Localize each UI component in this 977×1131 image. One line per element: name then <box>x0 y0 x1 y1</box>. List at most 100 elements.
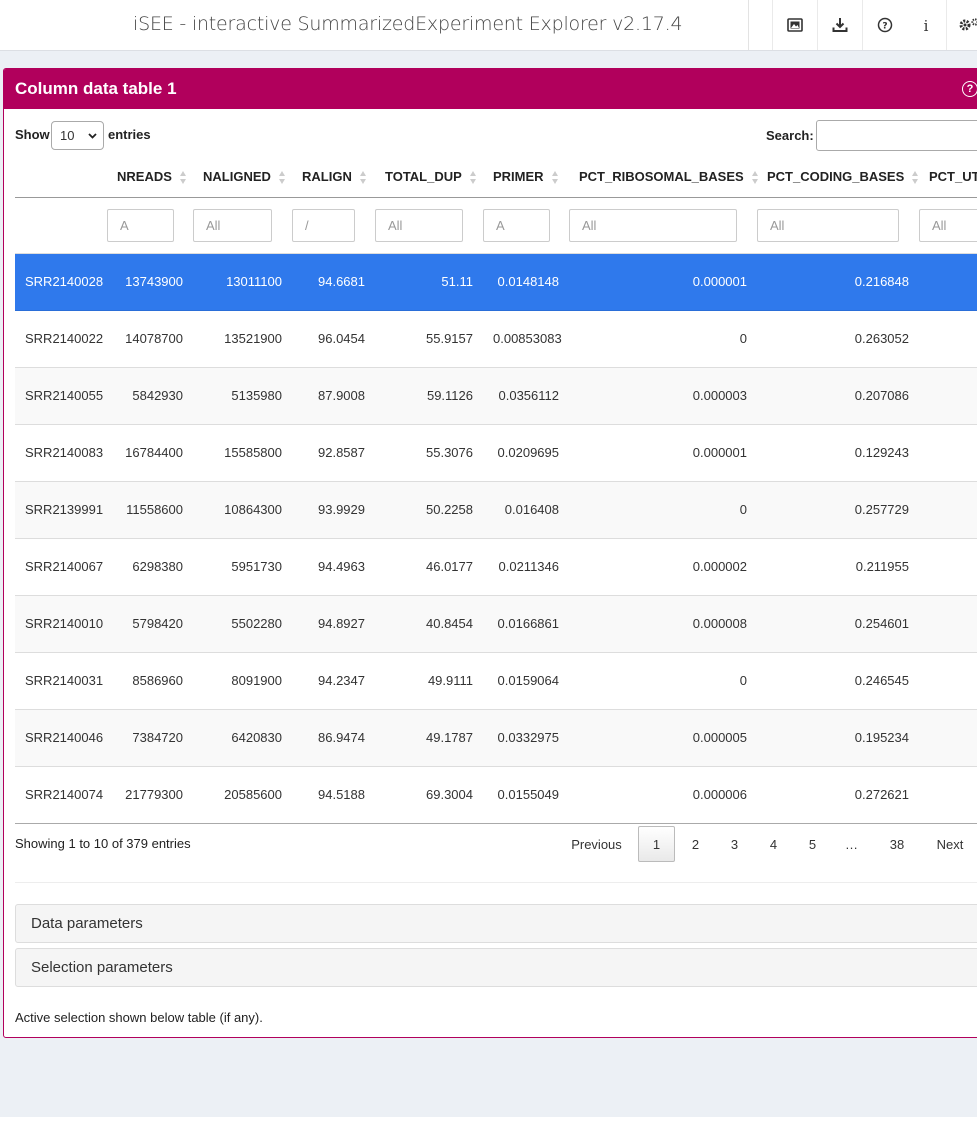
cell-nreads: 16784400 <box>107 424 193 482</box>
column-header-nreads[interactable]: NREADS <box>107 157 193 198</box>
cell-total-dup: 55.9157 <box>375 310 483 368</box>
cell-primer: 0.016408 <box>483 481 569 539</box>
column-header-naligned[interactable]: NALIGNED <box>193 157 292 198</box>
column-header-pct-coding-bases[interactable]: PCT_CODING_BASES <box>757 157 919 198</box>
cell-total-dup: 59.1126 <box>375 367 483 425</box>
column-header-ralign[interactable]: RALIGN <box>292 157 375 198</box>
pagination-page-38[interactable]: 38 <box>877 826 917 862</box>
cell-pct-coding-bases: 0.207086 <box>757 367 919 425</box>
sort-icon <box>179 170 187 185</box>
cell-pct-coding-bases: 0.211955 <box>757 538 919 596</box>
cell-pct-coding-bases: 0.246545 <box>757 652 919 710</box>
cell-nreads: 7384720 <box>107 709 193 767</box>
image-download-icon[interactable] <box>772 0 817 50</box>
cell-naligned: 15585800 <box>193 424 292 482</box>
svg-text:i: i <box>923 17 928 33</box>
cell-nreads: 5842930 <box>107 367 193 425</box>
cell-nreads: 6298380 <box>107 538 193 596</box>
cogs-icon[interactable] <box>946 0 977 50</box>
svg-text:?: ? <box>882 22 887 32</box>
row-id-cell: SRR2140010 <box>15 595 107 653</box>
cell-naligned: 13011100 <box>193 253 292 311</box>
table-row[interactable]: SRR2140022 14078700 13521900 96.0454 55.9157… <box>15 310 977 368</box>
filter-input-primer[interactable]: A <box>483 208 550 242</box>
column-header-primer[interactable]: PRIMER <box>483 157 569 198</box>
table-row[interactable]: SRR2140010 5798420 5502280 94.8927 40.8454 0.… <box>15 595 977 653</box>
pagination-next[interactable]: Next <box>929 826 971 862</box>
active-selection-note: Active selection shown below table (if a… <box>15 1010 263 1025</box>
table-row[interactable]: SRR2139991 11558600 10864300 93.9929 50.2258… <box>15 481 977 539</box>
cell-pct-ribosomal-bases: 0 <box>569 310 757 368</box>
header-row: NREADS NALIGNED RALIGN TOTAL_DUP PRIMER … <box>15 157 977 198</box>
page-length-select[interactable]: 10 <box>51 121 104 150</box>
cell-ralign: 87.9008 <box>292 367 375 425</box>
filter-input-nreads[interactable]: A <box>107 208 174 242</box>
cell-naligned: 8091900 <box>193 652 292 710</box>
show-label: Show <box>15 127 50 142</box>
cell-ralign: 93.9929 <box>292 481 375 539</box>
row-id-cell: SRR2140031 <box>15 652 107 710</box>
filter-input-total-dup[interactable]: All <box>375 208 463 242</box>
filter-input-naligned[interactable]: All <box>193 208 272 242</box>
filter-input-pct-ribosomal-bases[interactable]: All <box>569 208 737 242</box>
pagination-page-3[interactable]: 3 <box>716 826 753 862</box>
cell-pct-coding-bases: 0.254601 <box>757 595 919 653</box>
pagination-previous[interactable]: Previous <box>566 826 627 862</box>
row-id-cell: SRR2140074 <box>15 766 107 824</box>
cell-total-dup: 50.2258 <box>375 481 483 539</box>
cell-ralign: 94.6681 <box>292 253 375 311</box>
panel-help-icon[interactable]: ? <box>962 81 977 97</box>
chevron-down-icon <box>88 133 97 139</box>
filter-input-pct-coding-bases[interactable]: All <box>757 208 899 242</box>
cell-total-dup: 55.3076 <box>375 424 483 482</box>
column-header-total-dup[interactable]: TOTAL_DUP <box>375 157 483 198</box>
cell-primer: 0.0211346 <box>483 538 569 596</box>
cell-naligned: 10864300 <box>193 481 292 539</box>
table-row[interactable]: SRR2140083 16784400 15585800 92.8587 55.3076… <box>15 424 977 482</box>
cell-pct-ribosomal-bases: 0 <box>569 652 757 710</box>
table-row[interactable]: SRR2140031 8586960 8091900 94.2347 49.9111 0.… <box>15 652 977 710</box>
cell-naligned: 13521900 <box>193 310 292 368</box>
data-parameters-label: Data parameters <box>31 915 143 932</box>
cell-primer: 0.0356112 <box>483 367 569 425</box>
sort-icon <box>469 170 477 185</box>
table-row[interactable]: SRR2140067 6298380 5951730 94.4963 46.0177 0.… <box>15 538 977 596</box>
sort-icon <box>278 170 286 185</box>
cell-pct-ut <box>919 652 977 710</box>
cell-pct-coding-bases: 0.263052 <box>757 310 919 368</box>
app-title: iSEE - interactive SummarizedExperiment … <box>133 13 683 35</box>
table-row[interactable]: SRR2140055 5842930 5135980 87.9008 59.1126 0.… <box>15 367 977 425</box>
cell-pct-coding-bases: 0.272621 <box>757 766 919 824</box>
download-icon[interactable] <box>817 0 862 50</box>
cell-total-dup: 51.11 <box>375 253 483 311</box>
cell-total-dup: 49.9111 <box>375 652 483 710</box>
column-header-pct-ribosomal-bases[interactable]: PCT_RIBOSOMAL_BASES <box>569 157 758 198</box>
table-row[interactable]: SRR2140028 13743900 13011100 94.6681 51.11 0.… <box>15 253 977 311</box>
cell-pct-coding-bases: 0.195234 <box>757 709 919 767</box>
search-input[interactable] <box>816 120 977 151</box>
column-header-pct-ut[interactable]: PCT_UT <box>919 157 977 198</box>
row-id-cell: SRR2140055 <box>15 367 107 425</box>
table-row[interactable]: SRR2140046 7384720 6420830 86.9474 49.1787 0.… <box>15 709 977 767</box>
pagination-page-4[interactable]: 4 <box>755 826 792 862</box>
filter-input-pct-ut[interactable]: All <box>919 208 977 242</box>
panel-title: Column data table 1 <box>15 79 177 98</box>
sort-icon <box>359 170 367 185</box>
pagination-page-2[interactable]: 2 <box>677 826 714 862</box>
cell-pct-ribosomal-bases: 0.000001 <box>569 253 757 311</box>
pagination-page-1[interactable]: 1 <box>638 826 675 862</box>
selection-parameters-toggle[interactable]: Selection parameters <box>15 948 977 987</box>
data-parameters-toggle[interactable]: Data parameters <box>15 904 977 943</box>
question-circle-icon[interactable]: ? <box>862 0 907 50</box>
cell-pct-ut <box>919 310 977 368</box>
pagination-page-5[interactable]: 5 <box>794 826 831 862</box>
cell-naligned: 6420830 <box>193 709 292 767</box>
column-data-table-panel: Column data table 1 ? Show 10 entries Se… <box>3 68 977 1038</box>
header-divider <box>748 0 749 50</box>
info-icon[interactable]: i <box>903 0 948 50</box>
cell-pct-ut <box>919 766 977 824</box>
table-row[interactable]: SRR2140074 21779300 20585600 94.5188 69.3004… <box>15 766 977 824</box>
cell-pct-coding-bases: 0.129243 <box>757 424 919 482</box>
filter-row: A All / All A All All All <box>15 197 977 254</box>
filter-input-ralign[interactable]: / <box>292 208 355 242</box>
